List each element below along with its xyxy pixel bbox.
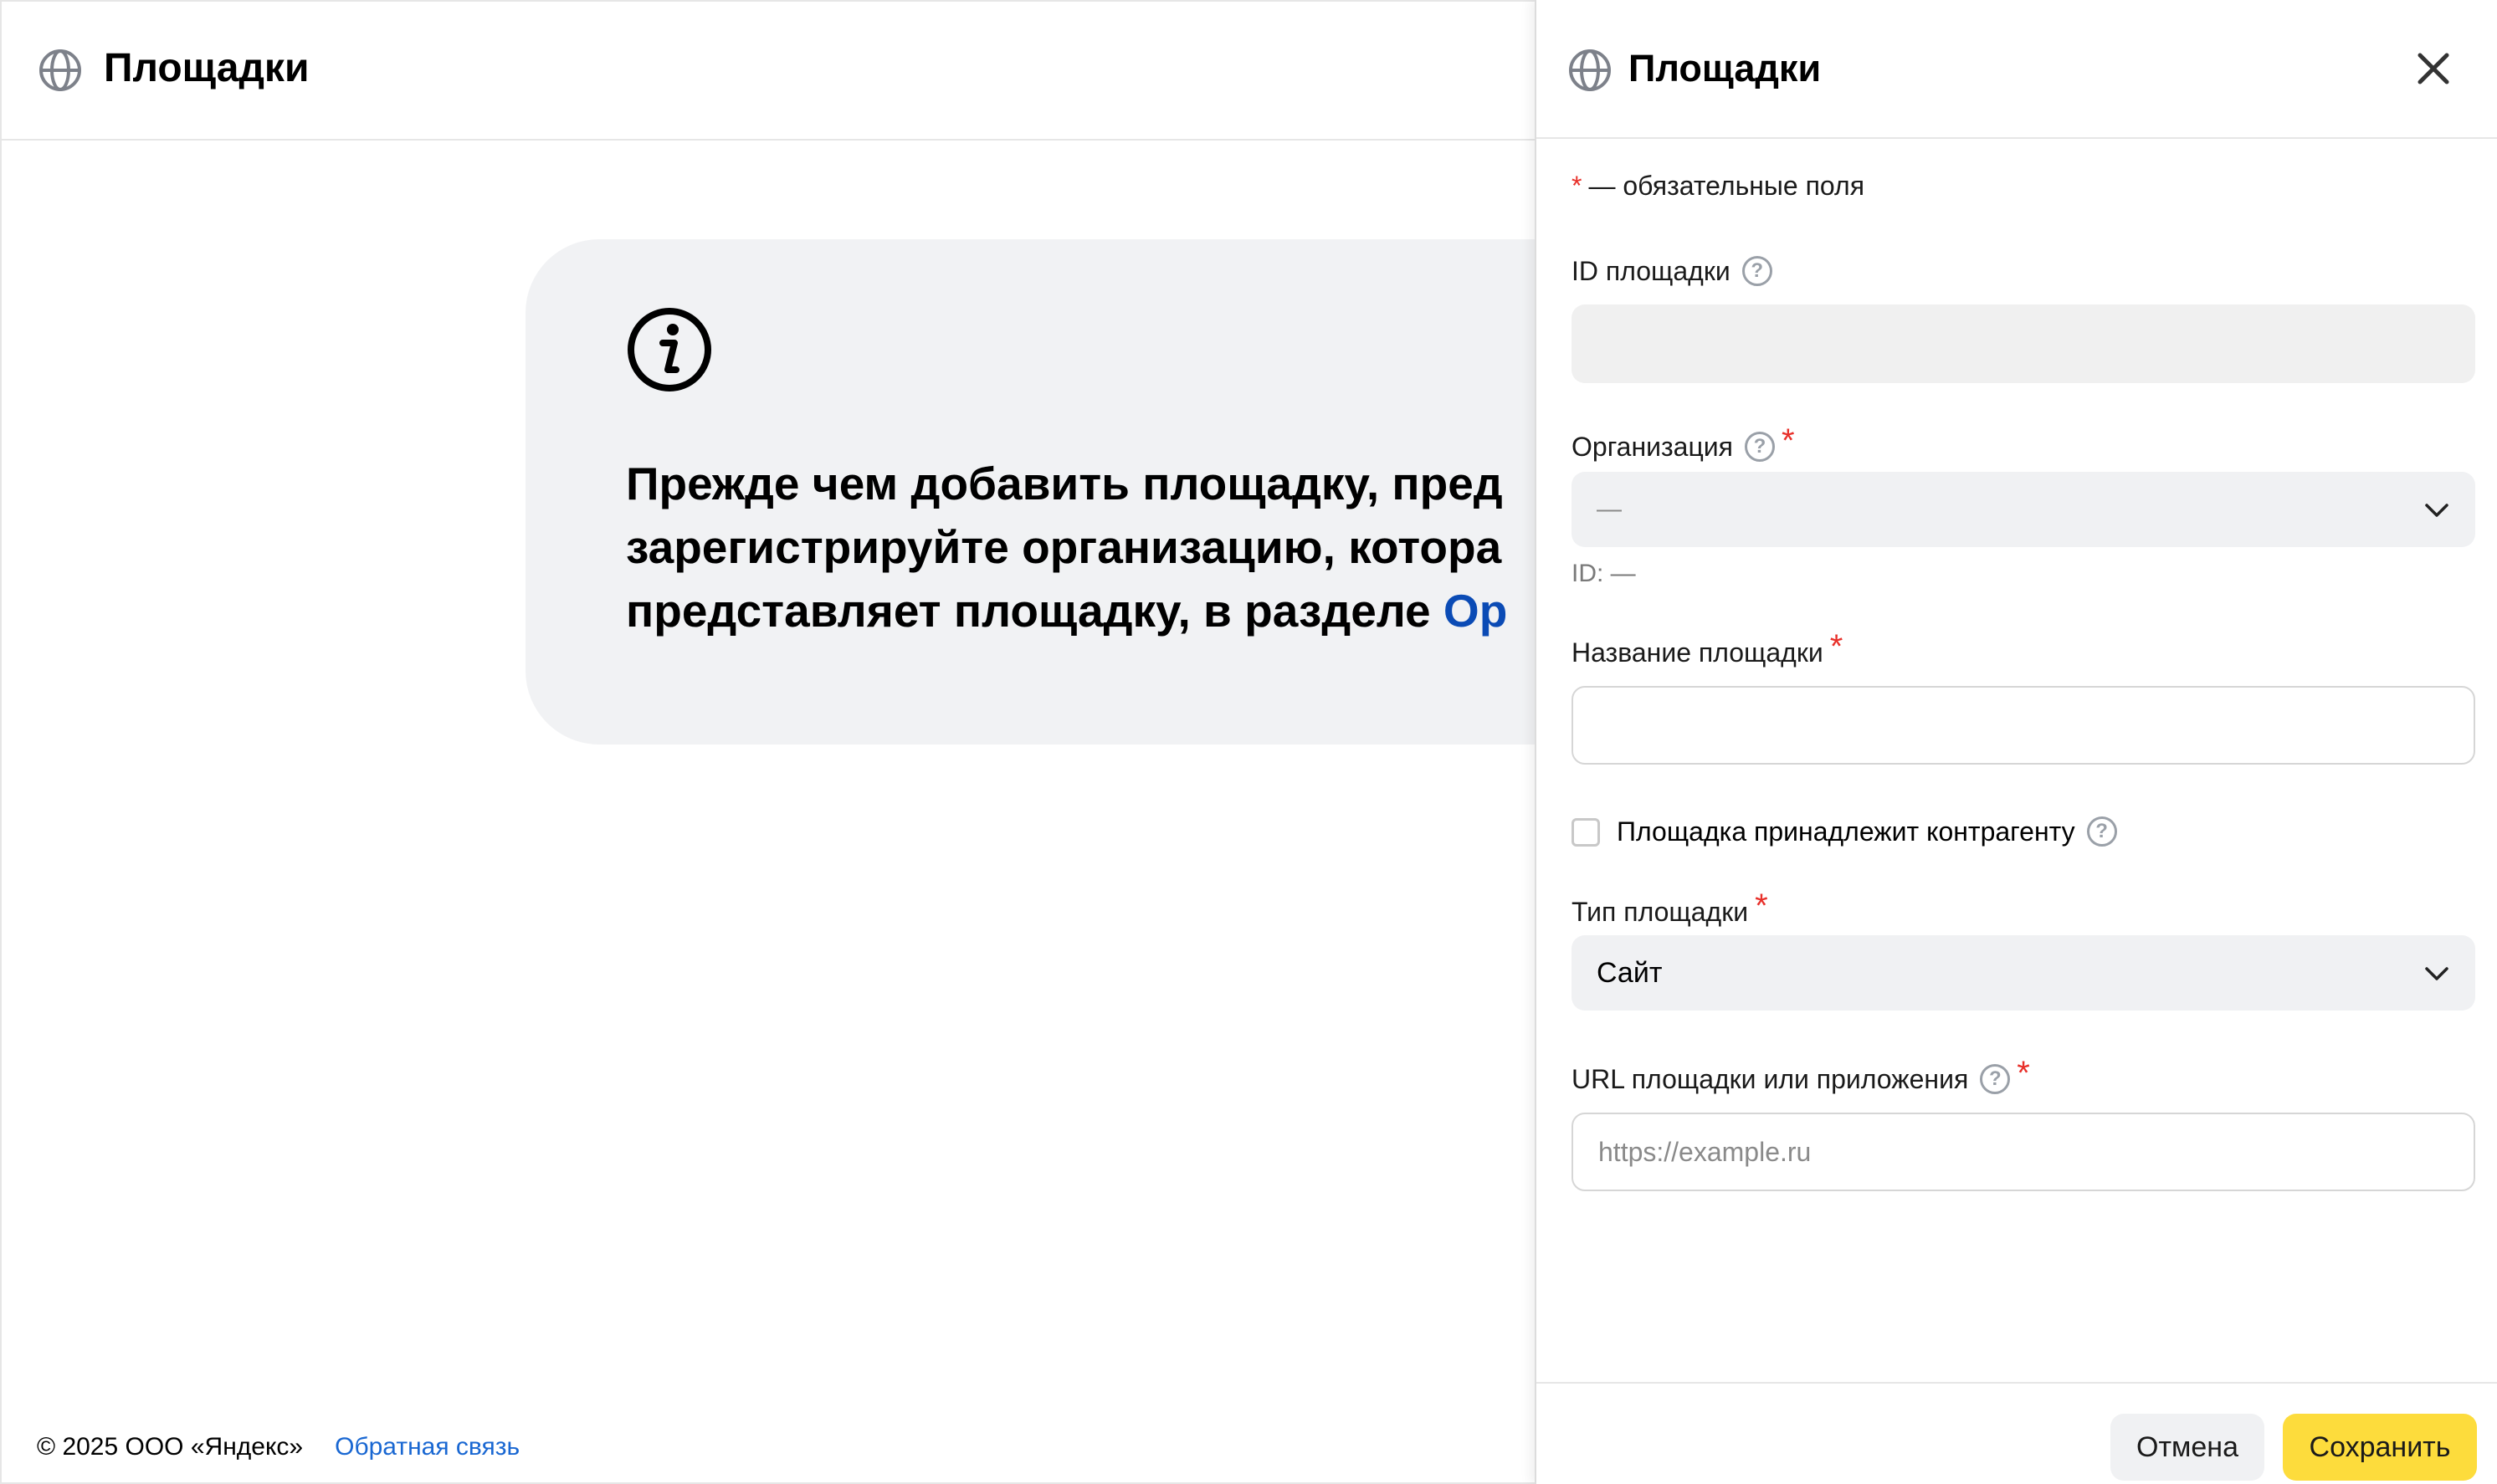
site-type-select[interactable]: Сайт (1572, 935, 2475, 1011)
belongs-counterparty-label: Площадка принадлежит контрагенту? (1617, 813, 2117, 850)
site-name-label-text: Название площадки (1572, 637, 1823, 668)
sites-side-panel: Площадки * — обязательные поля ID площадк… (1535, 0, 2497, 1484)
required-marker: * (1572, 171, 1582, 201)
required-marker: * (1829, 628, 1843, 665)
site-id-field (1572, 304, 2475, 383)
required-marker: * (2017, 1055, 2030, 1092)
globe-icon (38, 49, 82, 92)
page-header: Площадки (2, 2, 1541, 141)
info-line-3-text: представляет площадку, в разделе (626, 585, 1443, 637)
url-label: URL площадки или приложения? * (1572, 1057, 2030, 1098)
page-footer: © 2025 ООО «Яндекс» Обратная связь (37, 1429, 520, 1466)
help-icon[interactable]: ? (1980, 1063, 2011, 1094)
required-marker: * (1755, 888, 1768, 924)
required-marker: * (1782, 422, 1795, 459)
info-line-3: представляет площадку, в разделе Ор (626, 579, 1680, 642)
close-icon[interactable] (2412, 47, 2455, 90)
site-type-label: Тип площадки * (1572, 889, 1768, 930)
save-button[interactable]: Сохранить (2283, 1414, 2477, 1481)
info-line-2: зарегистрируйте организацию, котора (626, 521, 1502, 573)
panel-title: Площадки (1628, 47, 1822, 90)
copyright: © 2025 ООО «Яндекс» (37, 1433, 304, 1461)
url-label-text: URL площадки или приложения (1572, 1064, 1969, 1094)
required-fields-note: * — обязательные поля (1572, 167, 1864, 204)
chevron-down-icon (2423, 960, 2450, 987)
organization-label-text: Организация (1572, 432, 1733, 462)
info-icon (626, 306, 713, 393)
site-type-label-text: Тип площадки (1572, 897, 1749, 927)
help-icon[interactable]: ? (1741, 255, 1772, 286)
organizations-link[interactable]: Ор (1443, 585, 1507, 637)
belongs-counterparty-label-text: Площадка принадлежит контрагенту (1617, 816, 2075, 847)
site-name-input[interactable] (1572, 686, 2475, 765)
chevron-down-icon (2423, 497, 2450, 524)
help-icon[interactable]: ? (1745, 431, 1775, 462)
site-type-value: Сайт (1597, 957, 1663, 989)
info-message: Прежде чем добавить площадку, пред зарег… (626, 452, 1680, 642)
organization-select[interactable]: — (1572, 472, 2475, 547)
url-input[interactable]: https://example.ru (1572, 1113, 2475, 1191)
panel-header: Площадки (1536, 0, 2497, 139)
site-name-label: Название площадки * (1572, 630, 1843, 671)
site-id-label: ID площадки? (1572, 253, 1772, 289)
organization-label: Организация? * (1572, 424, 1795, 465)
required-note-text: — обязательные поля (1588, 171, 1865, 201)
panel-footer: Отмена Сохранить (1536, 1382, 2497, 1484)
organization-id-note: ID: — (1572, 560, 1636, 587)
site-id-label-text: ID площадки (1572, 256, 1730, 286)
feedback-link[interactable]: Обратная связь (335, 1433, 520, 1461)
info-line-1: Прежде чем добавить площадку, пред (626, 458, 1503, 509)
help-icon[interactable]: ? (2086, 816, 2117, 847)
info-card: Прежде чем добавить площадку, пред зарег… (526, 239, 1697, 745)
organization-value: — (1597, 495, 1622, 523)
belongs-counterparty-checkbox[interactable] (1572, 818, 1600, 847)
globe-icon (1568, 49, 1612, 92)
url-placeholder: https://example.ru (1598, 1137, 1812, 1167)
page-title: Площадки (104, 46, 310, 90)
cancel-button[interactable]: Отмена (2110, 1414, 2264, 1481)
